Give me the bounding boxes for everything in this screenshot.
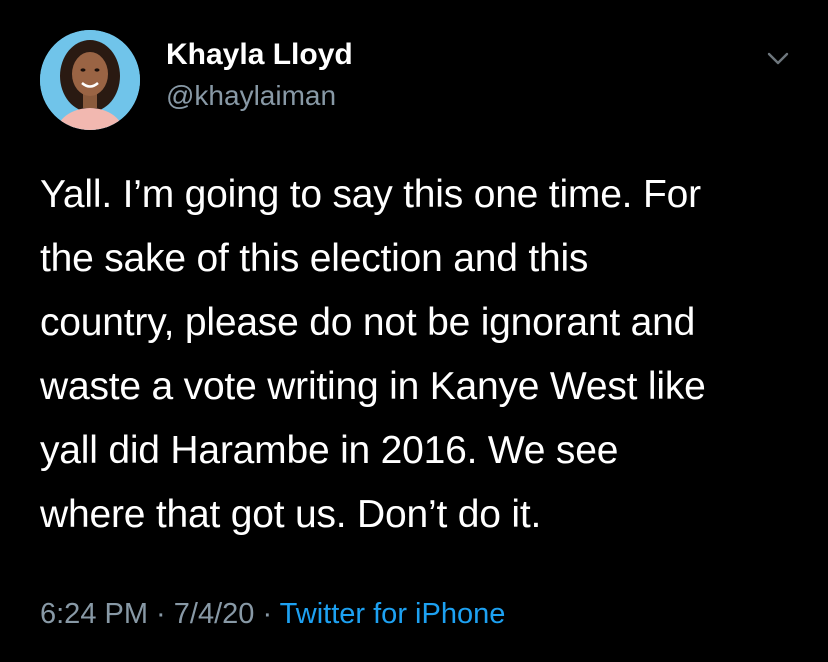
meta-separator: · xyxy=(254,598,280,630)
tweet-line: where that got us. Don’t do it. xyxy=(40,493,542,536)
tweet-time[interactable]: 6:24 PM xyxy=(40,598,148,630)
avatar[interactable] xyxy=(40,30,140,130)
tweet-source-link[interactable]: Twitter for iPhone xyxy=(280,598,506,630)
tweet-metadata: 6:24 PM · 7/4/20 · Twitter for iPhone xyxy=(40,598,505,631)
tweet-line: waste a vote writing in Kanye West like xyxy=(40,365,706,408)
display-name[interactable]: Khayla Lloyd xyxy=(166,38,353,72)
tweet-card: Khayla Lloyd @khaylaiman Yall. I’m going… xyxy=(0,0,828,662)
user-handle[interactable]: @khaylaiman xyxy=(166,80,336,112)
tweet-line: Yall. I’m going to say this one time. Fo… xyxy=(40,173,701,216)
avatar-image xyxy=(40,30,140,130)
chevron-down-icon[interactable] xyxy=(762,42,794,74)
meta-separator: · xyxy=(148,598,174,630)
tweet-line: the sake of this election and this xyxy=(40,237,589,280)
tweet-date[interactable]: 7/4/20 xyxy=(174,598,255,630)
tweet-line: country, please do not be ignorant and xyxy=(40,301,696,344)
tweet-line: yall did Harambe in 2016. We see xyxy=(40,429,619,472)
tweet-text: Yall. I’m going to say this one time. Fo… xyxy=(40,163,800,547)
